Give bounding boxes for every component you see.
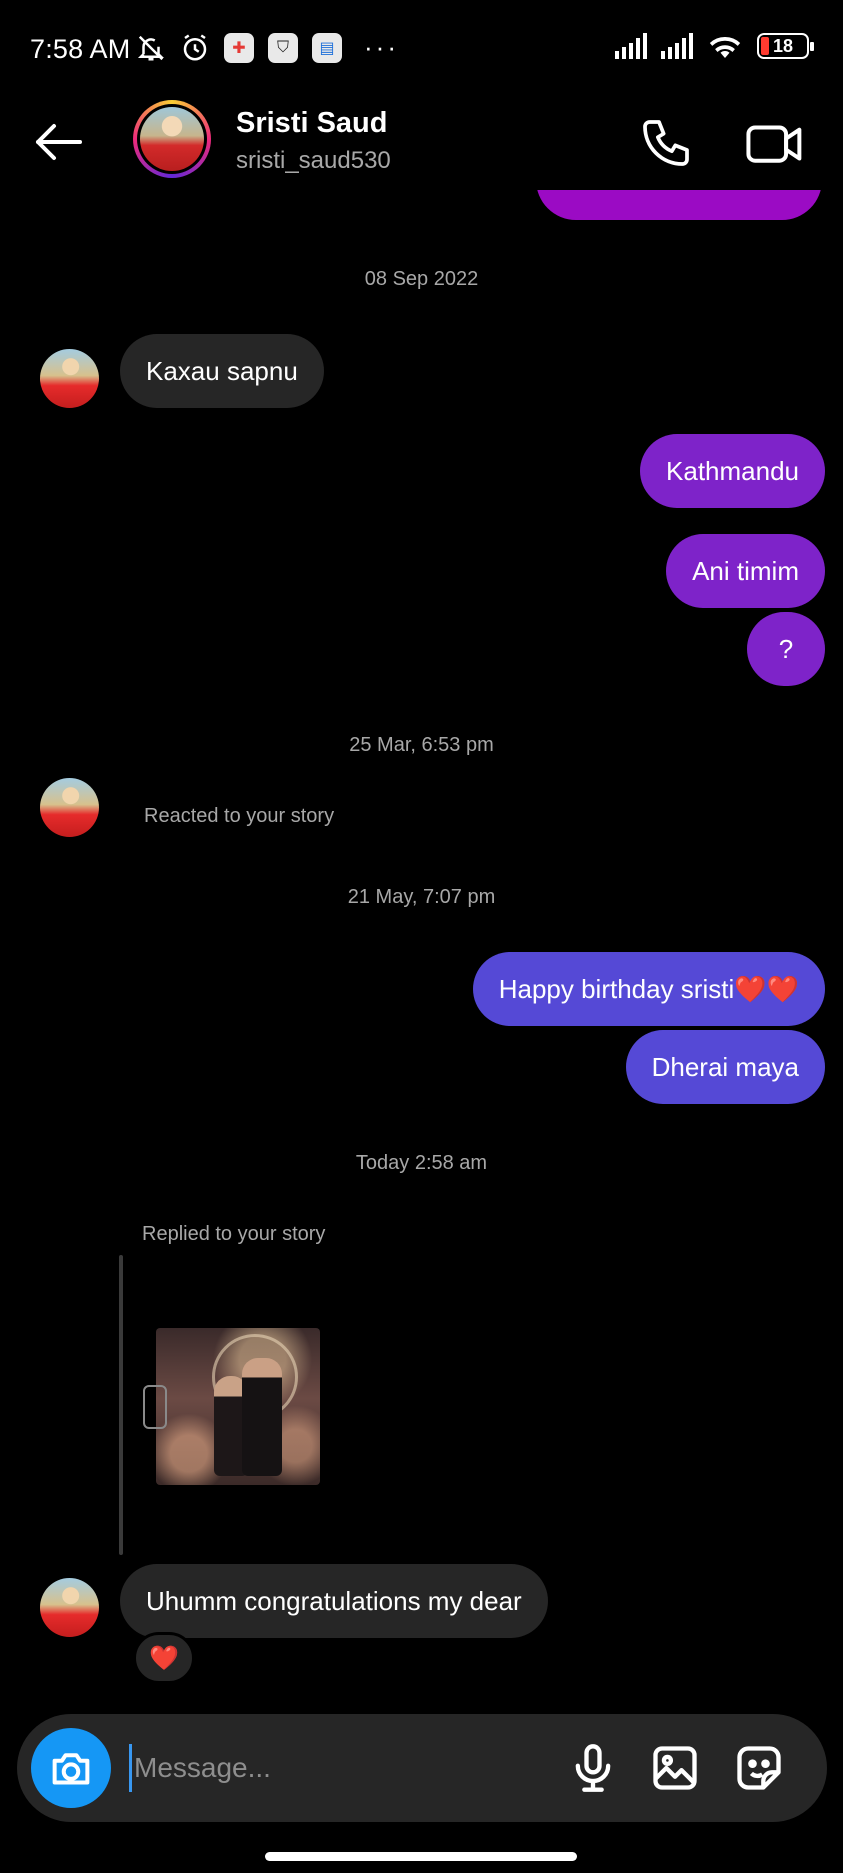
timestamp: 21 May, 7:07 pm [347, 886, 496, 908]
outgoing-message[interactable]: Ani timim [666, 534, 825, 608]
outgoing-message[interactable]: ? [747, 612, 825, 686]
story-handle [143, 1385, 167, 1429]
wifi-icon [709, 36, 741, 58]
incoming-message[interactable]: Uhumm congratulations my dear [120, 1564, 548, 1638]
alarm-icon [183, 33, 207, 60]
incoming-message[interactable]: Kaxau sapnu [120, 334, 324, 408]
contact-avatar[interactable] [133, 100, 211, 178]
home-indicator[interactable] [265, 1852, 577, 1861]
bell-off-icon [137, 35, 165, 60]
timestamp: Today 2:58 am [355, 1152, 488, 1174]
contact-name[interactable]: Sristi Saud [236, 107, 388, 140]
timestamp: 08 Sep 2022 [364, 268, 479, 290]
message-input[interactable] [129, 1744, 549, 1792]
avatar [140, 107, 204, 171]
message-composer [17, 1714, 827, 1822]
outgoing-message[interactable]: Kathmandu [640, 434, 825, 508]
back-arrow-icon[interactable] [30, 117, 86, 167]
story-reply-line [119, 1255, 123, 1555]
battery-icon: 18 [757, 33, 814, 59]
camera-icon [52, 1753, 90, 1785]
status-icons-left: ✚ ⛉ ▤ ··· [136, 32, 399, 63]
phone-icon[interactable] [638, 115, 694, 171]
replied-to-story-text: Replied to your story [142, 1223, 326, 1245]
contact-username[interactable]: sristi_saud530 [236, 147, 391, 175]
status-icons-right: 18 [615, 32, 814, 60]
signal-icon [661, 33, 693, 59]
battery-level: 18 [772, 35, 794, 56]
camera-button[interactable] [31, 1728, 111, 1808]
shield-icon: ⛉ [268, 32, 298, 63]
story-thumbnail[interactable] [156, 1328, 320, 1485]
outgoing-message[interactable]: Happy birthday sristi❤️❤️ [472, 952, 825, 1026]
outgoing-message[interactable]: Dherai maya [625, 1030, 825, 1104]
reacted-to-story-text: Reacted to your story [144, 805, 335, 827]
avatar[interactable] [40, 778, 99, 837]
heart-reaction[interactable]: ❤️ [133, 1632, 195, 1684]
avatar[interactable] [40, 349, 99, 408]
sticker-icon[interactable] [733, 1742, 785, 1794]
avatar[interactable] [40, 1578, 99, 1637]
gallery-icon[interactable] [649, 1742, 701, 1794]
more-dots-icon: ··· [364, 32, 399, 62]
microphone-icon[interactable] [567, 1742, 619, 1794]
video-camera-icon[interactable] [744, 115, 806, 171]
status-time: 7:58 AM [30, 34, 131, 64]
status-bar: 7:58 AM ✚ ⛉ ▤ ··· 18 [0, 0, 843, 100]
app-badge-icon: ✚ [224, 32, 254, 63]
chat-header: Sristi Saud sristi_saud530 [0, 95, 843, 190]
timestamp: 25 Mar, 6:53 pm [349, 734, 494, 756]
signal-icon [615, 33, 647, 59]
app-badge-icon: ▤ [312, 32, 342, 63]
